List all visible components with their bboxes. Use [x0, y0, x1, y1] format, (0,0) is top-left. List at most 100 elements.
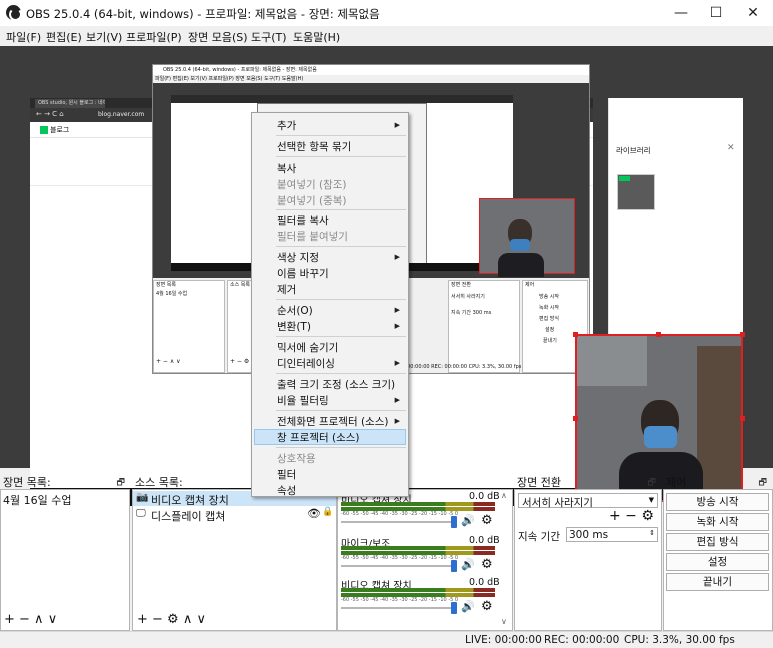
menu-item-add[interactable]: 추가 — [277, 118, 296, 133]
volume-slider[interactable] — [341, 565, 451, 567]
rec-status: REC: 00:00:00 — [544, 634, 620, 646]
menu-bar: 파일(F) 편집(E) 보기(V) 프로파일(P) 장면 모음(S) 도구(T)… — [0, 26, 773, 46]
settings-button[interactable]: 설정 — [666, 553, 769, 571]
volume-meter — [341, 588, 495, 592]
browser-url: blog.naver.com — [98, 111, 145, 118]
menu-item-properties[interactable]: 속성 — [277, 483, 296, 498]
menu-item-windowed-projector[interactable]: 창 프로젝터 (소스) — [277, 430, 360, 445]
menu-item-remove[interactable]: 제거 — [277, 282, 296, 297]
submenu-arrow-icon: ▶ — [394, 396, 400, 404]
exit-button[interactable]: 끝내기 — [666, 573, 769, 591]
volume-meter — [341, 546, 495, 550]
menu-item-interact[interactable]: 상호작용 — [277, 451, 316, 466]
transition-select[interactable]: 서서히 사라지기 ▼ — [518, 493, 658, 509]
gear-icon[interactable]: ⚙ — [481, 513, 493, 528]
menu-item-set-color[interactable]: 색상 지정 — [277, 250, 319, 265]
menu-profile[interactable]: 프로파일(P) — [126, 29, 182, 45]
library-close-icon: ✕ — [727, 143, 735, 153]
menu-item-order[interactable]: 순서(O) — [277, 303, 313, 318]
resize-handle-l[interactable] — [573, 416, 578, 421]
menu-item-hide-in-mixer[interactable]: 믹서에 숨기기 — [277, 340, 338, 355]
menu-view[interactable]: 보기(V) — [86, 29, 122, 45]
speaker-icon[interactable]: 🔊 — [461, 558, 475, 571]
monitor-icon: 🖵 — [136, 508, 146, 519]
start-streaming-button[interactable]: 방송 시작 — [666, 493, 769, 511]
speaker-icon[interactable]: 🔊 — [461, 514, 475, 527]
sources-footer-buttons[interactable]: + − ⚙ ∧ ∨ — [137, 612, 206, 627]
submenu-arrow-icon: ▶ — [394, 306, 400, 314]
visibility-eye-icon[interactable]: 👁 — [307, 507, 321, 520]
menu-item-paste-dup[interactable]: 붙여넣기 (중복) — [277, 193, 347, 208]
volume-meter — [341, 502, 495, 506]
source-label: 디스플레이 캡쳐 — [151, 510, 226, 523]
menu-item-resize-output[interactable]: 출력 크기 조정 (소스 크기) — [277, 377, 395, 392]
scenes-dock-title: 장면 목록: — [3, 476, 51, 489]
menu-item-copy-filters[interactable]: 필터를 복사 — [277, 213, 329, 228]
resize-handle-t[interactable] — [656, 332, 661, 337]
menu-item-group[interactable]: 선택한 항목 묶기 — [277, 139, 351, 154]
chevron-down-icon: ▼ — [648, 496, 654, 504]
scene-item[interactable]: 4월 16일 수업 — [3, 492, 71, 508]
volume-slider-handle[interactable] — [451, 516, 457, 528]
transition-buttons[interactable]: + − ⚙ — [609, 508, 654, 524]
face-mask — [644, 426, 677, 448]
lock-icon[interactable]: 🔒 — [322, 507, 333, 517]
controls-dock-header: 제어 🗗 — [666, 476, 767, 489]
nested-obs-title: OBS 25.0.4 (64-bit, windows) - 프로파일: 제목없… — [153, 65, 589, 75]
start-recording-button[interactable]: 녹화 시작 — [666, 513, 769, 531]
menu-help[interactable]: 도움말(H) — [293, 29, 340, 45]
menu-scene-collection[interactable]: 장면 모음(S) — [188, 29, 248, 45]
cpu-status: CPU: 3.3%, 30.00 fps — [624, 634, 735, 646]
menu-item-paste-filters[interactable]: 필터를 붙여넣기 — [277, 229, 348, 244]
duration-spinbox[interactable]: 300 ms ⇕ — [566, 527, 658, 542]
gear-icon[interactable]: ⚙ — [481, 599, 493, 614]
library-thumbnail — [617, 174, 655, 210]
maximize-button[interactable]: ☐ — [696, 0, 736, 26]
transitions-dock-header: 장면 전환 🗗 — [517, 476, 656, 489]
menu-item-rename[interactable]: 이름 바꾸기 — [277, 266, 329, 281]
naver-logo-icon — [40, 126, 48, 134]
gear-icon[interactable]: ⚙ — [481, 557, 493, 572]
scenes-dock-header: 장면 목록: 🗗 — [3, 474, 129, 490]
resize-handle-tl[interactable] — [573, 332, 578, 337]
menu-edit[interactable]: 편집(E) — [46, 29, 82, 45]
menu-item-filters[interactable]: 필터 — [277, 467, 296, 482]
sources-dock: 📷 비디오 캡쳐 장치 🖵 디스플레이 캡쳐 👁 🔒 + − ⚙ ∧ ∨ — [132, 489, 337, 631]
submenu-arrow-icon: ▶ — [394, 417, 400, 425]
volume-slider[interactable] — [341, 521, 451, 523]
scenes-footer-buttons[interactable]: + − ∧ ∨ — [4, 612, 57, 627]
menu-item-copy[interactable]: 복사 — [277, 161, 296, 176]
menu-tools[interactable]: 도구(T) — [251, 29, 287, 45]
studio-mode-button[interactable]: 편집 방식 — [666, 533, 769, 551]
speaker-icon[interactable]: 🔊 — [461, 600, 475, 613]
submenu-arrow-icon: ▶ — [394, 359, 400, 367]
live-status: LIVE: 00:00:00 — [465, 634, 542, 646]
menu-item-transform[interactable]: 변환(T) — [277, 319, 311, 334]
title-bar: OBS 25.0.4 (64-bit, windows) - 프로파일: 제목없… — [0, 0, 773, 26]
controls-dock-title: 제어 — [666, 476, 687, 489]
resize-handle-r[interactable] — [740, 416, 745, 421]
scenes-dock: 4월 16일 수업 + − ∧ ∨ — [0, 489, 130, 631]
submenu-arrow-icon: ▶ — [394, 121, 400, 129]
menu-item-deinterlacing[interactable]: 디인터레이싱 — [277, 356, 335, 371]
menu-item-scale-filtering[interactable]: 비율 필터링 — [277, 393, 329, 408]
resize-handle-tr[interactable] — [740, 332, 745, 337]
source-item[interactable]: 🖵 디스플레이 캡쳐 👁 🔒 — [133, 507, 336, 523]
close-button[interactable]: ✕ — [733, 0, 773, 26]
menu-file[interactable]: 파일(F) — [6, 29, 41, 45]
volume-slider[interactable] — [341, 607, 451, 609]
library-label: 라이브러리 — [616, 146, 651, 155]
blog-logo: 블로그 — [50, 126, 70, 134]
menu-item-paste-ref[interactable]: 붙여넣기 (참조) — [277, 177, 347, 192]
sources-dock-title: 소스 목록: — [135, 476, 183, 489]
window-title: OBS 25.0.4 (64-bit, windows) - 프로파일: 제목없… — [26, 7, 380, 21]
volume-slider-handle[interactable] — [451, 560, 457, 572]
spin-icon[interactable]: ⇕ — [649, 529, 655, 537]
mixer-scrollbar[interactable]: ∧ ∨ — [500, 491, 510, 629]
transitions-dock: 서서히 사라지기 ▼ + − ⚙ 지속 기간 300 ms ⇕ — [514, 489, 662, 631]
minimize-button[interactable]: — — [661, 0, 701, 26]
menu-item-fullscreen-projector[interactable]: 전체화면 프로젝터 (소스) — [277, 414, 388, 429]
volume-slider-handle[interactable] — [451, 602, 457, 614]
transitions-dock-title: 장면 전환 — [517, 476, 561, 489]
status-bar: LIVE: 00:00:00 REC: 00:00:00 CPU: 3.3%, … — [0, 631, 773, 648]
